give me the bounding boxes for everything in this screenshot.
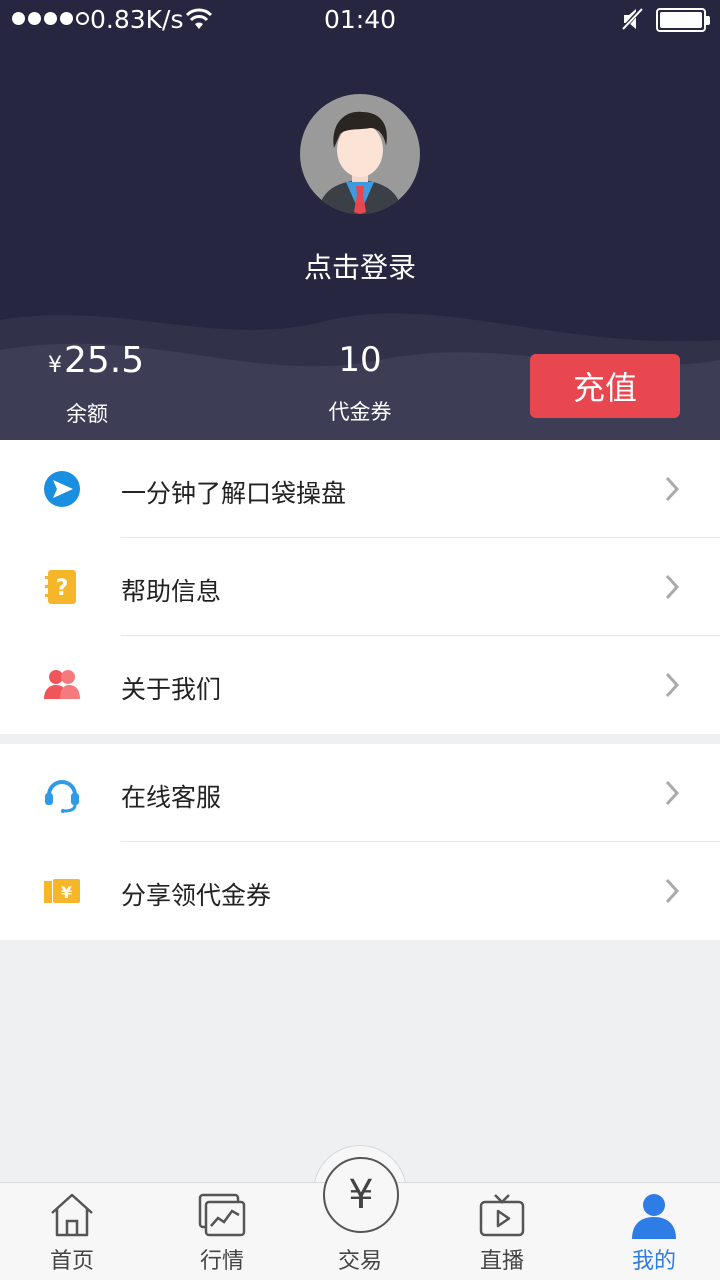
tab-trade[interactable]: ¥ — [323, 1157, 399, 1233]
menu-item-intro[interactable]: 一分钟了解口袋操盘 — [0, 440, 720, 538]
help-book-icon: ? — [45, 570, 76, 604]
status-bar: 0.83K/s 01:40 — [0, 0, 720, 40]
menu-item-label: 分享领代金券 — [121, 881, 272, 910]
chevron-right-icon — [665, 878, 680, 904]
tab-label: 行情 — [199, 1249, 244, 1274]
svg-text:?: ? — [56, 576, 69, 601]
person-icon — [632, 1194, 676, 1239]
tv-icon — [479, 1194, 525, 1237]
menu-item-share-coupon[interactable]: ¥ 分享领代金券 — [0, 842, 720, 940]
headset-icon — [45, 780, 79, 813]
tab-market[interactable]: 行情 — [150, 1183, 294, 1280]
menu-group-service: 在线客服 ¥ 分享领代金券 — [0, 744, 720, 940]
menu-item-label: 关于我们 — [121, 675, 222, 704]
tab-label: 直播 — [479, 1249, 524, 1274]
menu-item-help[interactable]: ? 帮助信息 — [0, 538, 720, 636]
menu-group-info: 一分钟了解口袋操盘 ? 帮助信息 关于我们 — [0, 440, 720, 734]
play-arrow-icon — [44, 471, 80, 507]
battery-icon — [656, 8, 710, 32]
recharge-button[interactable]: 充值 — [530, 354, 680, 418]
menu-item-label: 在线客服 — [121, 783, 222, 812]
tab-label-trade: 交易 — [337, 1249, 382, 1274]
login-prompt[interactable]: 点击登录 — [0, 246, 720, 286]
users-icon — [44, 670, 80, 699]
menu-item-support[interactable]: 在线客服 — [0, 744, 720, 842]
mute-icon — [620, 6, 644, 32]
profile-header: 0.83K/s 01:40 点击登录 ¥25.5 余额 10 代金券 充值 — [0, 0, 720, 440]
avatar[interactable] — [300, 94, 420, 214]
tab-live[interactable]: 直播 — [430, 1183, 574, 1280]
menu-item-about[interactable]: 关于我们 — [0, 636, 720, 734]
tab-mine[interactable]: 我的 — [582, 1183, 720, 1280]
avatar-person-icon — [318, 111, 402, 214]
chevron-right-icon — [665, 672, 680, 698]
ticket-icon: ¥ — [44, 879, 80, 903]
chevron-right-icon — [665, 780, 680, 806]
clock: 01:40 — [323, 5, 397, 34]
svg-text:¥: ¥ — [61, 883, 72, 902]
tab-home[interactable]: 首页 — [0, 1183, 144, 1280]
chart-icon — [198, 1193, 246, 1237]
tab-label: 我的 — [631, 1249, 676, 1274]
chevron-right-icon — [665, 476, 680, 502]
tab-label: 首页 — [49, 1249, 94, 1274]
menu-item-label: 一分钟了解口袋操盘 — [121, 479, 347, 508]
chevron-right-icon — [665, 574, 680, 600]
menu-item-label: 帮助信息 — [121, 577, 222, 606]
home-icon — [51, 1193, 93, 1237]
